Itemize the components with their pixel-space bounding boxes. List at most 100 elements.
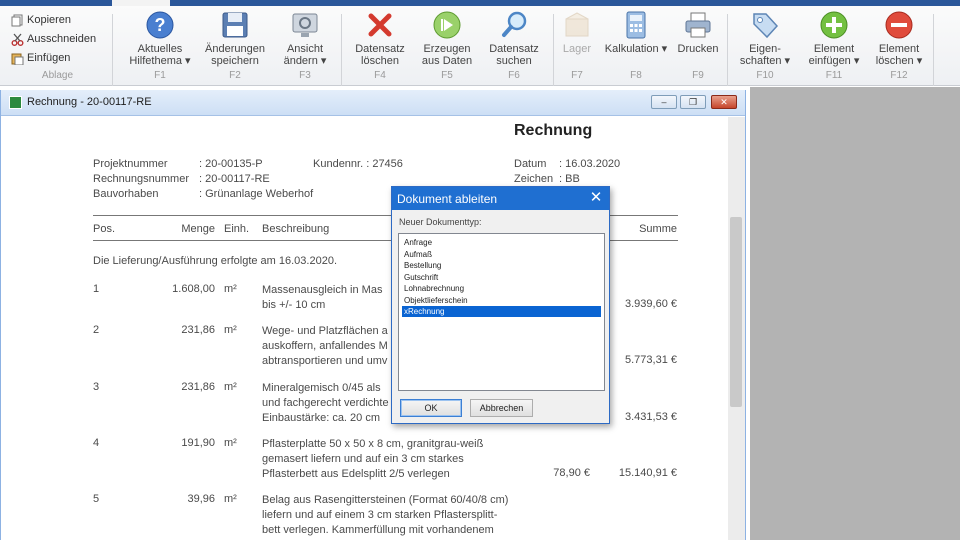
warehouse-box-icon — [562, 10, 592, 40]
function-key-hint: F4 — [374, 70, 386, 81]
green-plus-icon — [819, 10, 849, 40]
function-key-hint: F7 — [571, 70, 583, 81]
column-header-sum: Summe — [639, 223, 677, 235]
document-app-icon — [9, 96, 22, 109]
empty-workspace-area — [750, 87, 960, 540]
dialog-close-button[interactable]: ✕ — [587, 189, 605, 207]
red-x-delete-icon — [365, 10, 395, 40]
ribbon-button-label: Lager — [562, 43, 592, 55]
position-unit: m² — [224, 493, 237, 505]
document-type-item[interactable]: Bestellung — [402, 260, 601, 271]
ribbon-button-10[interactable]: Eigen-schaften ▾ — [733, 10, 797, 67]
ribbon-button-label: löschen — [361, 55, 399, 67]
ribbon-separator — [341, 14, 342, 86]
ok-button[interactable]: OK — [400, 399, 462, 417]
position-sum: 15.140,91 € — [618, 467, 677, 479]
invoice-number-label: Rechnungsnummer — [93, 173, 189, 185]
invoice-title: Rechnung — [514, 122, 593, 139]
column-header-pos: Pos. — [93, 223, 116, 235]
document-type-item[interactable]: Anfrage — [402, 237, 601, 248]
scrollbar-thumb[interactable] — [730, 217, 742, 407]
floppy-save-icon — [220, 10, 250, 40]
copy-button[interactable]: Kopieren — [10, 12, 71, 28]
document-type-item[interactable]: xRechnung — [402, 306, 601, 317]
position-unit-price: 78,90 € — [553, 467, 590, 479]
document-title: Rechnung - 20-00117-RE — [27, 96, 152, 108]
close-window-button[interactable]: ✕ — [711, 95, 737, 109]
document-type-item[interactable]: Lohnabrechnung — [402, 283, 601, 294]
column-header-desc: Beschreibung — [262, 223, 330, 235]
document-type-item[interactable]: Objektlieferschein — [402, 295, 601, 306]
copy-label: Kopieren — [27, 14, 72, 26]
tag-properties-icon — [750, 10, 780, 40]
position-description: Pflasterplatte 50 x 50 x 8 cm, granitgra… — [262, 438, 484, 480]
ribbon-button-9[interactable]: Drucken — [672, 10, 724, 55]
function-key-hint: F5 — [441, 70, 453, 81]
ribbon-button-label: ändern ▾ — [283, 55, 327, 67]
ribbon-button-label: speichern — [211, 55, 259, 67]
position-quantity: 1.608,00 — [172, 283, 215, 295]
ribbon-button-label: Drucken — [677, 43, 719, 55]
function-key-hint: F6 — [508, 70, 520, 81]
document-type-label: Neuer Dokumenttyp: — [399, 217, 482, 227]
position-quantity: 191,90 — [181, 437, 215, 449]
function-key-hint: F1 — [154, 70, 166, 81]
restore-button[interactable]: ❐ — [680, 95, 706, 109]
ribbon-button-label: Datensatz — [355, 43, 405, 55]
ribbon-button-12[interactable]: Element löschen ▾ — [868, 10, 930, 67]
ribbon-button-label: Hilfethema ▾ — [129, 55, 191, 67]
ribbon-button-label: Erzeugen — [423, 43, 471, 55]
position-unit: m² — [224, 283, 237, 295]
ribbon-button-1[interactable]: ? Aktuelles Hilfethema ▾ — [128, 10, 192, 67]
function-key-hint: F9 — [692, 70, 704, 81]
document-type-item[interactable]: Aufmaß — [402, 249, 601, 260]
document-titlebar[interactable]: Rechnung - 20-00117-RE – ❐ ✕ — [1, 90, 745, 116]
position-description: Mineralgemisch 0/45 als und fachgerecht v… — [262, 382, 389, 424]
ribbon-button-11[interactable]: Element einfügen ▾ — [801, 10, 867, 67]
paste-icon — [10, 51, 24, 65]
ribbon-button-7[interactable]: Lager — [554, 10, 600, 55]
ribbon-button-4[interactable]: Datensatz löschen — [346, 10, 414, 67]
position-number: 1 — [93, 283, 100, 295]
ribbon-button-8[interactable]: Kalkulation ▾ — [601, 10, 671, 55]
project-number-value: : 20-00135-P — [199, 158, 263, 170]
ribbon-button-label: löschen ▾ — [875, 55, 923, 67]
ribbon-button-2[interactable]: Änderungen speichern — [198, 10, 272, 67]
derive-document-dialog: Dokument ableiten ✕ Neuer Dokumenttyp: A… — [391, 186, 610, 424]
construction-value: : Grünanlage Weberhof — [199, 188, 314, 200]
function-key-hint: F2 — [229, 70, 241, 81]
column-header-qty: Menge — [181, 223, 215, 235]
ribbon-button-label: Element — [878, 43, 920, 55]
construction-label: Bauvorhaben — [93, 188, 159, 200]
paste-button[interactable]: Einfügen — [10, 50, 70, 66]
ribbon-button-3[interactable]: Ansicht ändern ▾ — [272, 10, 338, 67]
ribbon-toolbar: Kopieren Ausschneiden Einfügen Ablage ? A… — [0, 6, 960, 86]
customer-number: Kundennr. : 27456 — [313, 158, 403, 170]
function-key-hint: F3 — [299, 70, 311, 81]
cut-button[interactable]: Ausschneiden — [10, 31, 96, 47]
position-unit: m² — [224, 324, 237, 336]
ribbon-button-label: Eigen- — [749, 43, 781, 55]
position-unit: m² — [224, 437, 237, 449]
ribbon-button-label: aus Daten — [421, 55, 473, 67]
ribbon-separator — [112, 14, 113, 86]
cancel-button[interactable]: Abbrechen — [470, 399, 533, 417]
document-scrollbar[interactable] — [728, 117, 745, 540]
ribbon-separator — [553, 14, 554, 86]
ribbon-button-label: Ansicht — [286, 43, 324, 55]
help-icon: ? — [145, 10, 175, 40]
delivery-note: Die Lieferung/Ausführung erfolgte am 16.… — [93, 255, 337, 267]
position-quantity: 231,86 — [181, 324, 215, 336]
document-type-item[interactable]: Gutschrift — [402, 272, 601, 283]
ribbon-button-5[interactable]: Erzeugen aus Daten — [416, 10, 478, 67]
position-number: 2 — [93, 324, 100, 336]
document-type-list[interactable]: Anfrage Aufmaß Bestellung Gutschrift Lohnabr… — [398, 233, 605, 391]
position-description: Wege- und Platzflächen a auskoffern, anfa… — [262, 325, 388, 367]
ribbon-button-label: Aktuelles — [137, 43, 183, 55]
position-unit: m² — [224, 381, 237, 393]
ribbon-separator — [727, 14, 728, 86]
minimize-button[interactable]: – — [651, 95, 677, 109]
dialog-titlebar[interactable]: Dokument ableiten ✕ — [392, 187, 609, 210]
ribbon-button-6[interactable]: Datensatz suchen — [480, 10, 548, 67]
ribbon-button-label: Element — [813, 43, 855, 55]
